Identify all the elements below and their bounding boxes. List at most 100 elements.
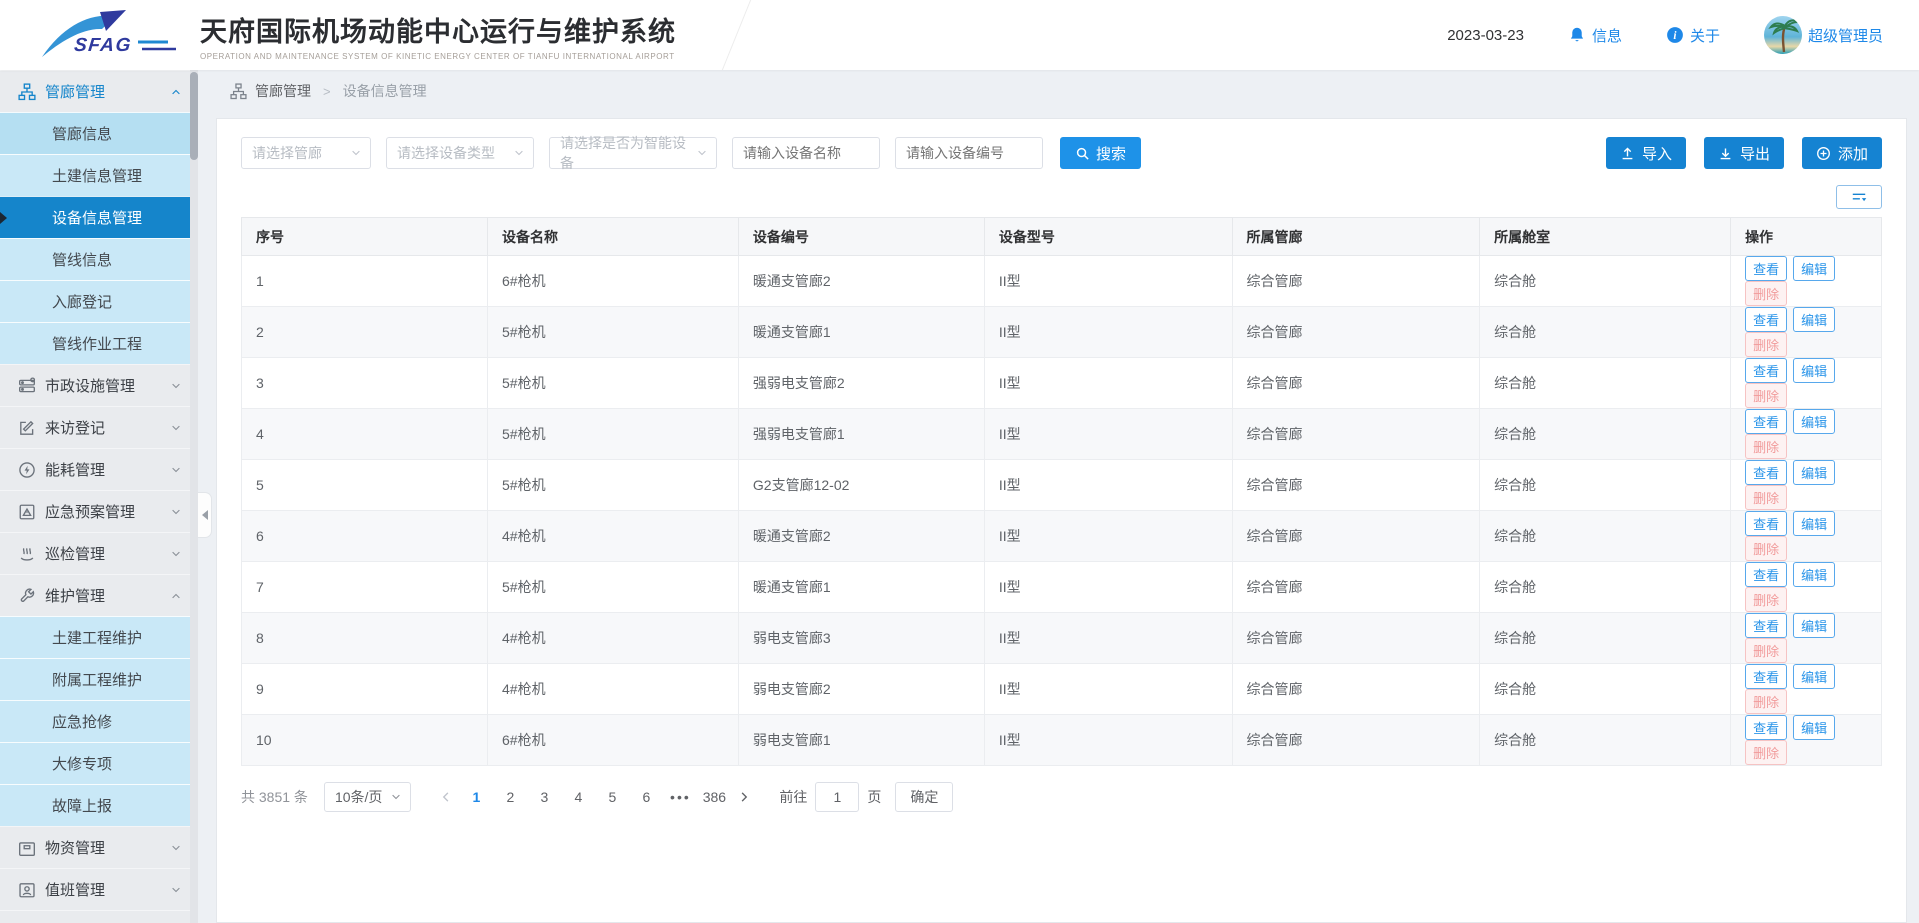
view-button[interactable]: 查看	[1745, 358, 1787, 383]
sidebar-subitem[interactable]: 管线作业工程	[0, 322, 198, 364]
edit-button[interactable]: 编辑	[1793, 460, 1835, 485]
prev-page-button[interactable]	[433, 783, 459, 811]
table-cell: 综合管廊	[1232, 409, 1480, 460]
delete-button[interactable]: 删除	[1745, 332, 1787, 357]
page-number-button[interactable]: 1	[462, 783, 490, 811]
edit-button[interactable]: 编辑	[1793, 562, 1835, 587]
table-cell: 综合管廊	[1232, 307, 1480, 358]
facility-icon	[18, 377, 36, 395]
sidebar-item-parent[interactable]: 应急预案管理	[0, 490, 198, 532]
table-cell: 6#枪机	[488, 256, 739, 307]
sidebar-item-parent[interactable]: 能耗管理	[0, 448, 198, 490]
corridor-select[interactable]: 请选择管廊	[241, 137, 371, 169]
delete-button[interactable]: 删除	[1745, 689, 1787, 714]
sidebar-subitem-active[interactable]: 设备信息管理	[0, 196, 198, 238]
next-page-button[interactable]	[731, 783, 757, 811]
view-button[interactable]: 查看	[1745, 409, 1787, 434]
delete-button[interactable]: 删除	[1745, 383, 1787, 408]
edit-button[interactable]: 编辑	[1793, 715, 1835, 740]
sidebar-collapse-handle[interactable]	[198, 492, 212, 538]
sidebar-item-label: 设备信息管理	[52, 207, 142, 228]
delete-button[interactable]: 删除	[1745, 434, 1787, 459]
view-button[interactable]: 查看	[1745, 613, 1787, 638]
sidebar-item-parent[interactable]: 来访登记	[0, 406, 198, 448]
sidebar-item-parent[interactable]: 物资管理	[0, 826, 198, 868]
edit-button[interactable]: 编辑	[1793, 256, 1835, 281]
device-name-input[interactable]	[732, 137, 880, 169]
about-button[interactable]: i 关于	[1666, 25, 1720, 46]
delete-button[interactable]: 删除	[1745, 638, 1787, 663]
delete-button[interactable]: 删除	[1745, 536, 1787, 561]
sidebar-item-parent[interactable]: 大中修及更新	[0, 910, 198, 923]
sidebar-item-label: 市政设施管理	[45, 375, 135, 396]
sidebar-subitem[interactable]: 附属工程维护	[0, 658, 198, 700]
table-row: 106#枪机弱电支管廊1II型综合管廊综合舱查看编辑删除	[242, 715, 1882, 766]
delete-button[interactable]: 删除	[1745, 281, 1787, 306]
view-button[interactable]: 查看	[1745, 562, 1787, 587]
page-number-button[interactable]: 6	[632, 783, 660, 811]
page-numbers: 123456•••386	[459, 783, 731, 811]
sidebar-item-label: 土建工程维护	[52, 627, 142, 648]
view-button[interactable]: 查看	[1745, 307, 1787, 332]
page-size-select[interactable]: 10条/页	[324, 782, 411, 812]
filter-bar: 请选择管廊 请选择设备类型 请选择是否为智能设备 搜索	[241, 137, 1882, 169]
page-number-button[interactable]: 2	[496, 783, 524, 811]
sidebar-subitem[interactable]: 入廊登记	[0, 280, 198, 322]
sidebar-item-parent[interactable]: 巡检管理	[0, 532, 198, 574]
edit-button[interactable]: 编辑	[1793, 307, 1835, 332]
breadcrumb-root[interactable]: 管廊管理	[255, 81, 311, 101]
view-button[interactable]: 查看	[1745, 511, 1787, 536]
table-cell: 7	[242, 562, 488, 613]
device-code-input[interactable]	[895, 137, 1043, 169]
delete-button[interactable]: 删除	[1745, 485, 1787, 510]
chevron-down-icon	[170, 548, 182, 560]
sidebar-subitem[interactable]: 管线信息	[0, 238, 198, 280]
confirm-button[interactable]: 确定	[895, 782, 953, 812]
table-cell: 弱电支管廊2	[738, 664, 984, 715]
page-number-button[interactable]: 4	[564, 783, 592, 811]
sidebar-item-parent[interactable]: 值班管理	[0, 868, 198, 910]
edit-button[interactable]: 编辑	[1793, 664, 1835, 689]
sidebar-item-label: 故障上报	[52, 795, 112, 816]
page-number-button[interactable]: 386	[700, 783, 728, 811]
sidebar-item-parent[interactable]: 维护管理	[0, 574, 198, 616]
sidebar-subitem[interactable]: 故障上报	[0, 784, 198, 826]
sidebar-subitem[interactable]: 管廊信息	[0, 112, 198, 154]
view-button[interactable]: 查看	[1745, 664, 1787, 689]
delete-button[interactable]: 删除	[1745, 587, 1787, 612]
sidebar-item-active-section[interactable]: 管廊管理	[0, 70, 198, 112]
edit-button[interactable]: 编辑	[1793, 358, 1835, 383]
table-cell: 综合管廊	[1232, 460, 1480, 511]
import-button[interactable]: 导入	[1606, 137, 1686, 169]
sidebar-subitem[interactable]: 土建信息管理	[0, 154, 198, 196]
smart-device-select[interactable]: 请选择是否为智能设备	[549, 137, 717, 169]
column-settings-button[interactable]	[1836, 185, 1882, 209]
sidebar-scrollbar-thumb[interactable]	[190, 72, 198, 160]
edit-button[interactable]: 编辑	[1793, 613, 1835, 638]
export-button[interactable]: 导出	[1704, 137, 1784, 169]
goto-page-input[interactable]	[815, 782, 859, 812]
search-button[interactable]: 搜索	[1060, 137, 1141, 169]
sidebar-subitem[interactable]: 土建工程维护	[0, 616, 198, 658]
sidebar-scrollbar-track[interactable]	[190, 70, 198, 923]
edit-button[interactable]: 编辑	[1793, 511, 1835, 536]
pagination-ellipsis[interactable]: •••	[666, 783, 694, 811]
device-type-select[interactable]: 请选择设备类型	[386, 137, 534, 169]
sidebar-item-parent[interactable]: 市政设施管理	[0, 364, 198, 406]
sidebar-item-label: 入廊登记	[52, 291, 112, 312]
view-button[interactable]: 查看	[1745, 715, 1787, 740]
user-menu[interactable]: 超级管理员	[1764, 16, 1883, 54]
page-number-button[interactable]: 5	[598, 783, 626, 811]
view-button[interactable]: 查看	[1745, 460, 1787, 485]
delete-button[interactable]: 删除	[1745, 740, 1787, 765]
messages-button[interactable]: 信息	[1568, 25, 1622, 46]
table-cell: 综合舱	[1480, 460, 1731, 511]
sidebar-subitem[interactable]: 应急抢修	[0, 700, 198, 742]
edit-button[interactable]: 编辑	[1793, 409, 1835, 434]
page-number-button[interactable]: 3	[530, 783, 558, 811]
sidebar-subitem[interactable]: 大修专项	[0, 742, 198, 784]
view-button[interactable]: 查看	[1745, 256, 1787, 281]
chevron-down-icon	[696, 147, 708, 159]
add-button[interactable]: 添加	[1802, 137, 1882, 169]
table-cell: 5#枪机	[488, 358, 739, 409]
